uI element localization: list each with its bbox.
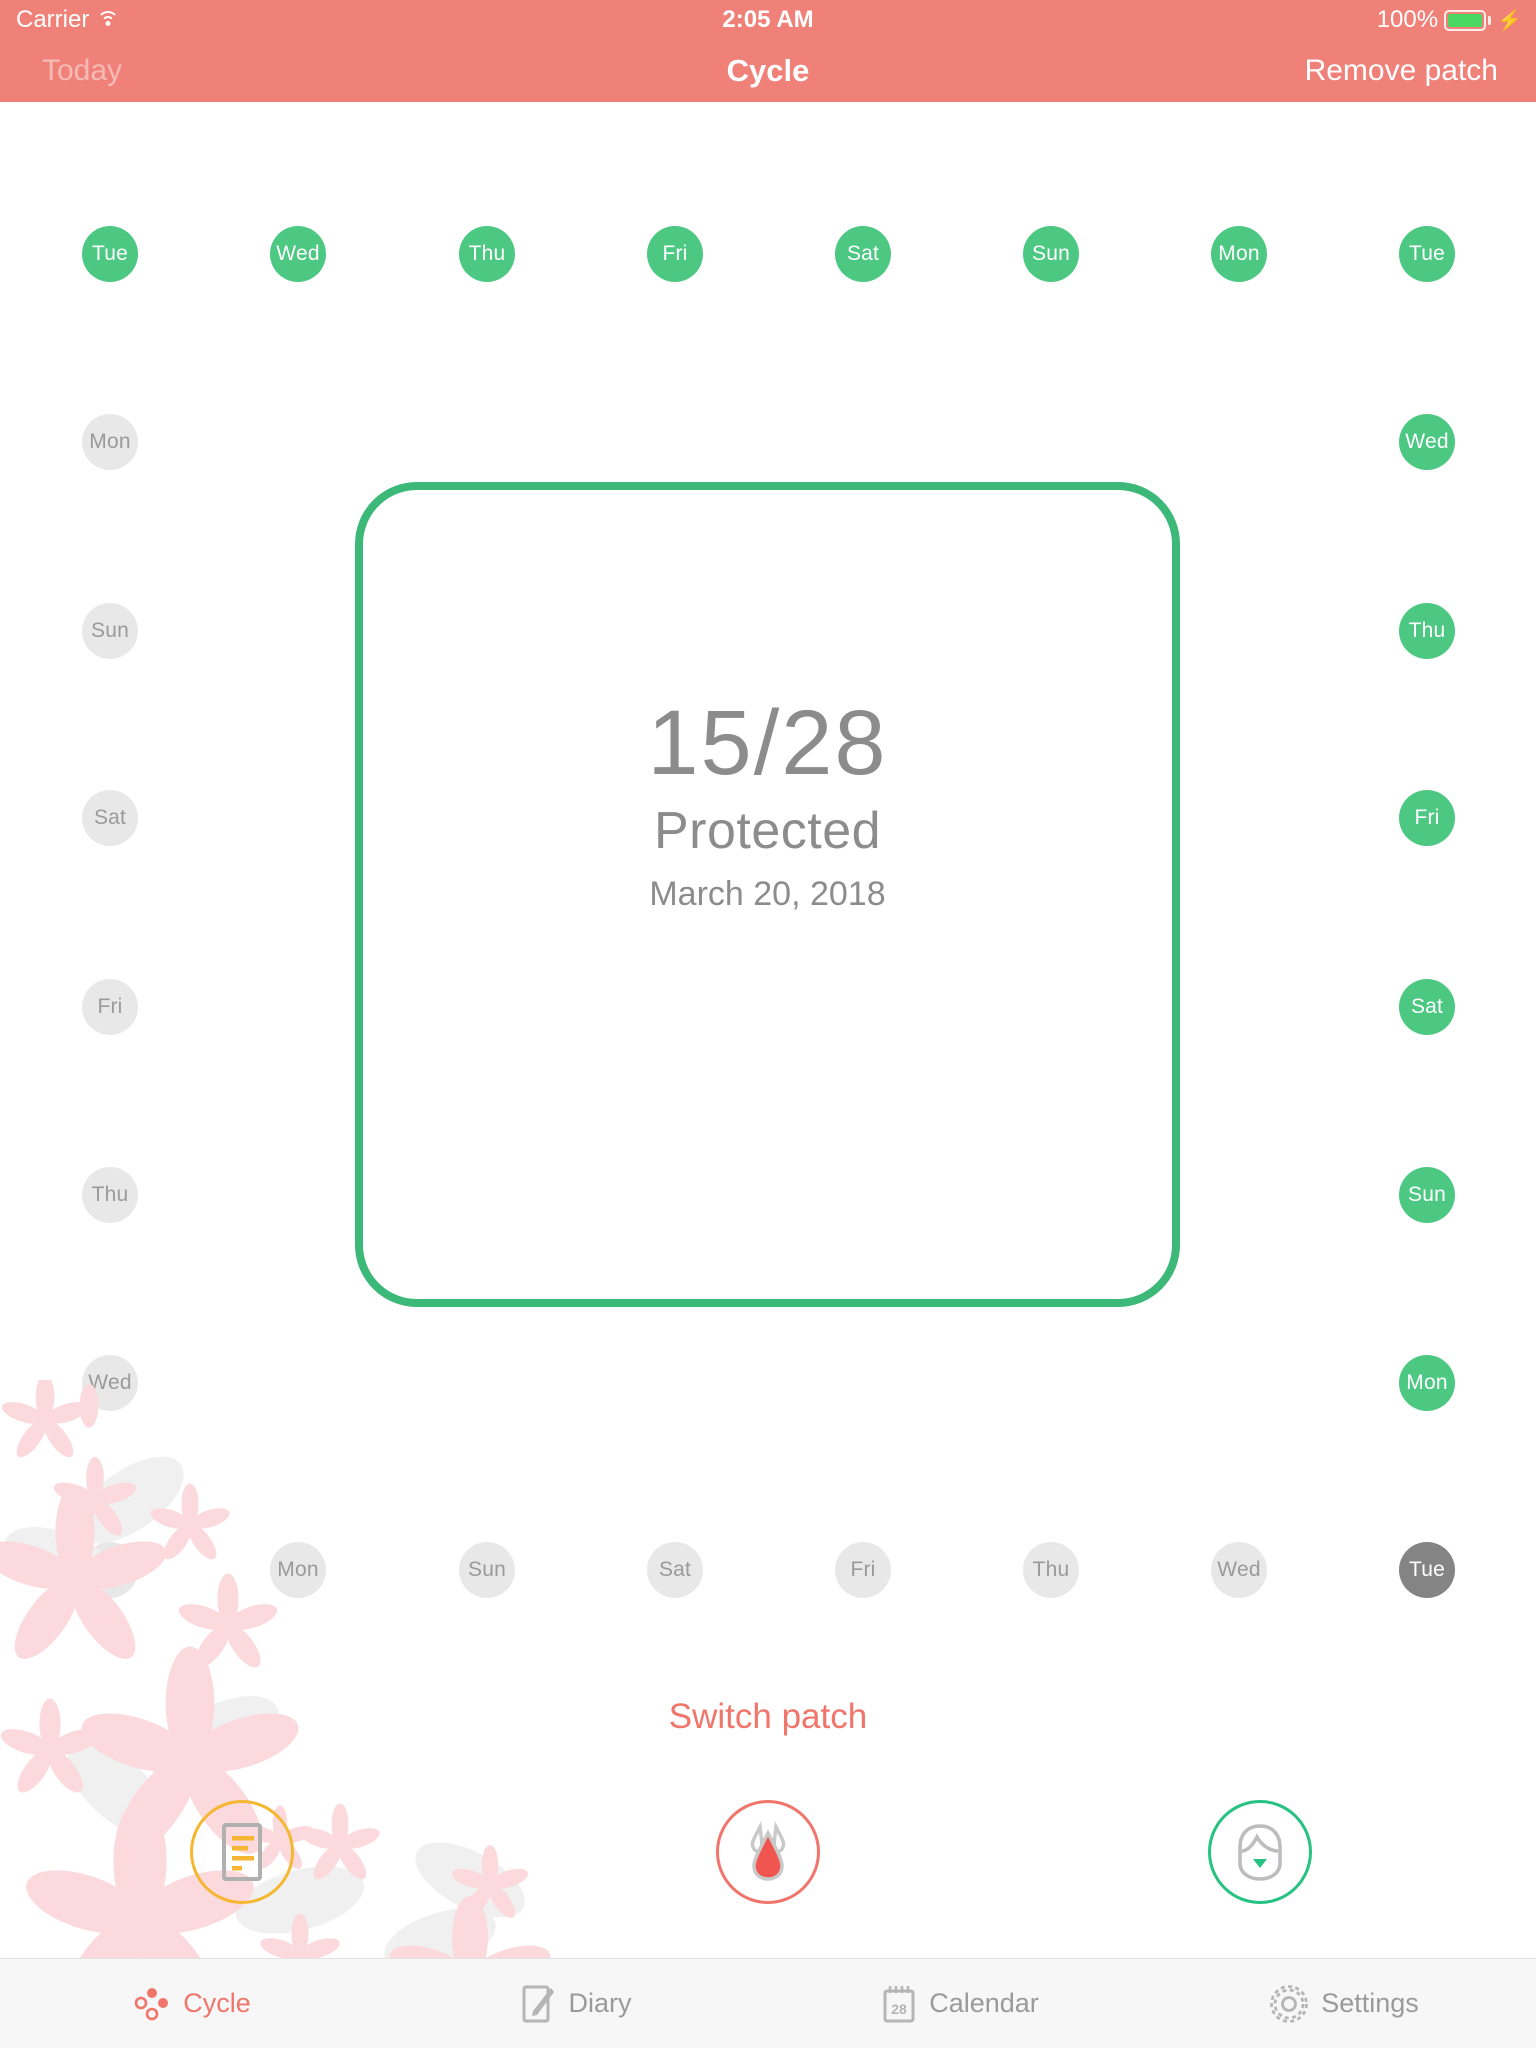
cycle-day-bottom-5[interactable]: Thu (1023, 1542, 1079, 1598)
cycle-day-top-5[interactable]: Sun (1023, 226, 1079, 282)
battery-tip-icon (1488, 15, 1492, 25)
cycle-day-label: Mon (1406, 1371, 1448, 1394)
battery-percent-label: 100% (1376, 6, 1439, 33)
cycle-day-top-0[interactable]: Tue (82, 226, 138, 282)
cycle-day-right-2[interactable]: Fri (1399, 790, 1455, 846)
cycle-day-label: Sat (1410, 995, 1444, 1018)
quick-action-row (0, 1800, 1536, 1920)
cycle-day-label: Fri (850, 1558, 876, 1581)
cycle-day-label: Mon (89, 430, 131, 453)
cycle-day-label: Sun (468, 1558, 506, 1581)
cycle-day-left-1[interactable]: Sun (82, 603, 138, 659)
cycle-day-label: Thu (468, 242, 506, 265)
cycle-day-label: Mon (1218, 242, 1260, 265)
cycle-day-bottom-7[interactable]: Tue (1399, 1542, 1455, 1598)
cycle-day-bottom-6[interactable]: Wed (1211, 1542, 1267, 1598)
blood-drop-icon (750, 1821, 786, 1881)
cycle-day-top-1[interactable]: Wed (270, 226, 326, 282)
cycle-day-bottom-3[interactable]: Sat (647, 1542, 703, 1598)
cycle-day-bottom-4[interactable]: Fri (835, 1542, 891, 1598)
cycle-day-label: Thu (1032, 1558, 1070, 1581)
cycle-day-right-1[interactable]: Thu (1399, 603, 1455, 659)
tab-diary[interactable]: Diary (384, 1984, 768, 2024)
tab-diary-label: Diary (568, 1988, 632, 2018)
cycle-dots-icon (134, 1987, 169, 2020)
cycle-day-label: Sat (93, 806, 127, 829)
cycle-status-text: Protected (653, 801, 882, 860)
tab-bar: Cycle Diary 28 Calendar Settings (0, 1958, 1536, 2048)
cycle-day-bottom-0[interactable]: Tue (82, 1542, 138, 1598)
cycle-day-label: Fri (1414, 806, 1440, 829)
tab-cycle-label: Cycle (183, 1988, 251, 2018)
status-bar-right: 100% ⚡ (1377, 6, 1522, 34)
cycle-day-left-3[interactable]: Fri (82, 979, 138, 1035)
cycle-status-card[interactable]: 15/28 Protected March 20, 2018 (355, 482, 1180, 1307)
status-bar-time: 2:05 AM (722, 6, 814, 33)
cycle-day-label: Wed (1405, 430, 1449, 453)
cycle-day-count: 15/28 (647, 692, 888, 795)
tab-cycle[interactable]: Cycle (0, 1985, 384, 2023)
cycle-day-label: Tue (1408, 242, 1445, 265)
woman-face-icon (1238, 1824, 1282, 1881)
cycle-day-label: Sun (1408, 1183, 1446, 1206)
cycle-day-left-5[interactable]: Wed (82, 1355, 138, 1411)
cycle-day-label: Fri (97, 995, 123, 1018)
cycle-screen: Carrier 2:05 AM 100% ⚡ Today Cycle Remov… (0, 0, 1536, 2048)
cycle-status-card-content: 15/28 Protected March 20, 2018 (647, 695, 887, 914)
cycle-day-label: Wed (88, 1371, 132, 1394)
cycle-date-text: March 20, 2018 (649, 874, 886, 913)
cycle-day-label: Wed (276, 242, 320, 265)
lightning-bolt-icon: ⚡ (1497, 9, 1522, 32)
gear-icon (1270, 1984, 1309, 2023)
cycle-day-label: Thu (91, 1183, 129, 1206)
cycle-day-label: Tue (1408, 1558, 1445, 1581)
cycle-day-top-3[interactable]: Fri (647, 226, 703, 282)
cycle-day-label: Thu (1408, 619, 1446, 642)
calendar-day-number: 28 (891, 2001, 907, 2017)
cycle-day-top-2[interactable]: Thu (459, 226, 515, 282)
cycle-day-label: Sat (846, 242, 880, 265)
cycle-day-left-4[interactable]: Thu (82, 1167, 138, 1223)
cycle-day-left-0[interactable]: Mon (82, 414, 138, 470)
cycle-day-right-5[interactable]: Mon (1399, 1355, 1455, 1411)
switch-patch-button[interactable]: Switch patch (0, 1697, 1536, 1737)
cycle-day-label: Tue (91, 242, 128, 265)
nav-bar: Today Cycle Remove patch (0, 40, 1536, 102)
cycle-day-label: Tue (91, 1558, 128, 1581)
cycle-day-bottom-1[interactable]: Mon (270, 1542, 326, 1598)
status-bar: Carrier 2:05 AM 100% ⚡ (0, 0, 1536, 40)
tab-settings-label: Settings (1321, 1988, 1419, 2018)
cycle-day-bottom-2[interactable]: Sun (459, 1542, 515, 1598)
cycle-day-label: Sun (1032, 242, 1070, 265)
cycle-day-top-7[interactable]: Tue (1399, 226, 1455, 282)
notebook-pencil-icon (522, 1985, 555, 2022)
diary-note-button[interactable] (190, 1800, 294, 1904)
tab-calendar[interactable]: 28 Calendar (768, 1984, 1152, 2024)
cycle-day-left-2[interactable]: Sat (82, 790, 138, 846)
tab-calendar-label: Calendar (929, 1988, 1039, 2018)
cycle-day-label: Fri (662, 242, 688, 265)
remove-patch-button[interactable]: Remove patch (1305, 54, 1498, 88)
battery-icon (1444, 9, 1487, 31)
cycle-day-top-6[interactable]: Mon (1211, 226, 1267, 282)
period-blood-button[interactable] (716, 1800, 820, 1904)
cycle-day-right-3[interactable]: Sat (1399, 979, 1455, 1035)
tab-settings[interactable]: Settings (1152, 1984, 1536, 2024)
cycle-day-label: Sun (91, 619, 129, 642)
cycle-day-label: Mon (277, 1558, 319, 1581)
cycle-day-label: Sat (658, 1558, 692, 1581)
cycle-day-right-0[interactable]: Wed (1399, 414, 1455, 470)
cycle-day-right-4[interactable]: Sun (1399, 1167, 1455, 1223)
calendar-28-icon: 28 (883, 1985, 915, 2022)
cycle-day-label: Wed (1217, 1558, 1261, 1581)
mood-face-button[interactable] (1208, 1800, 1312, 1904)
note-list-icon (222, 1823, 262, 1881)
cycle-day-top-4[interactable]: Sat (835, 226, 891, 282)
